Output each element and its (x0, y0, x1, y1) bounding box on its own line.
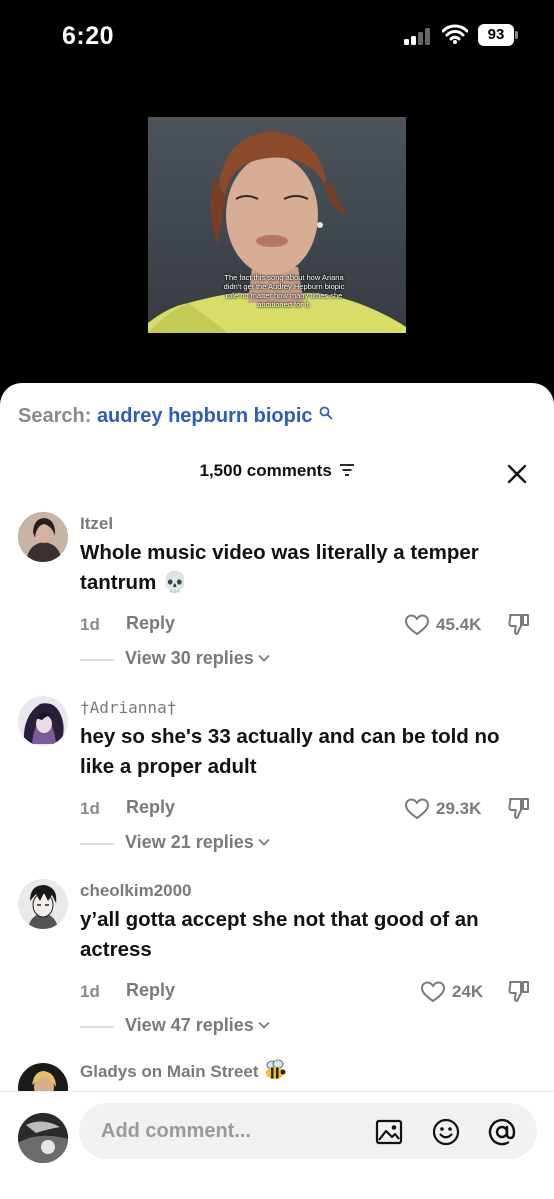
view-replies-label: View 30 replies (125, 648, 254, 668)
avatar[interactable] (18, 512, 68, 562)
comment-text: Whole music video was literally a temper… (80, 541, 479, 594)
comment-input-placeholder: Add comment... (101, 1120, 252, 1142)
comment-username[interactable]: cheolkim2000 (80, 881, 192, 901)
search-prefix: Search: (18, 405, 92, 427)
avatar-image (18, 879, 68, 929)
mention-icon[interactable] (487, 1117, 517, 1147)
signal-icon (404, 27, 434, 45)
like-button[interactable]: 29.3K (404, 796, 481, 822)
view-replies-label: View 21 replies (125, 832, 254, 852)
search-suggestion[interactable]: Search: audrey hepburn biopic (18, 405, 333, 428)
chevron-down-icon (258, 1021, 270, 1029)
video-caption: The fact this song about how Ariana didn… (223, 273, 345, 309)
reply-button[interactable]: Reply (126, 980, 175, 1001)
search-term-link[interactable]: audrey hepburn biopic (97, 405, 313, 427)
avatar-image (18, 1113, 68, 1163)
comment-input-bar: Add comment... (0, 1091, 554, 1199)
like-button[interactable]: 45.4K (404, 612, 481, 638)
battery-icon: 93 (478, 24, 514, 46)
avatar[interactable] (18, 1063, 68, 1091)
chevron-down-icon (258, 838, 270, 846)
image-icon[interactable] (374, 1117, 404, 1147)
comment-input[interactable]: Add comment... (79, 1103, 537, 1159)
avatar[interactable] (18, 696, 68, 746)
dislike-icon[interactable] (506, 611, 532, 637)
chevron-down-icon (258, 654, 270, 662)
comment-username-text: Gladys on Main Street (80, 1062, 259, 1081)
close-icon[interactable] (504, 461, 530, 487)
emoji-icon[interactable] (431, 1117, 461, 1147)
view-replies-button[interactable]: View 47 replies (125, 1015, 270, 1036)
heart-icon (405, 798, 429, 819)
wifi-icon (442, 24, 468, 44)
status-bar: 6:20 93 (0, 0, 554, 72)
comment-item: †Adrianna† hey so she's 33 actually and … (0, 696, 554, 876)
comment-count: 1,500 comments (199, 461, 332, 480)
sort-icon[interactable] (339, 463, 355, 477)
comment-username[interactable]: Itzel (80, 514, 113, 534)
thread-line (80, 1026, 114, 1028)
video-thumbnail[interactable]: The fact this song about how Ariana didn… (148, 117, 406, 333)
thread-line (80, 659, 114, 661)
comment-username[interactable]: †Adrianna† (80, 698, 176, 717)
like-button[interactable]: 24K (420, 979, 483, 1005)
view-replies-label: View 47 replies (125, 1015, 254, 1035)
comment-time: 1d (80, 982, 100, 1001)
comment-username[interactable]: Gladys on Main Street (80, 1059, 287, 1082)
dislike-icon[interactable] (506, 795, 532, 821)
comments-sheet: Search: audrey hepburn biopic 1,500 comm… (0, 383, 554, 1199)
view-replies-button[interactable]: View 21 replies (125, 832, 270, 853)
dislike-icon[interactable] (506, 978, 532, 1004)
avatar-image (18, 512, 68, 562)
avatar-image (18, 1063, 68, 1091)
like-count: 45.4K (436, 615, 482, 634)
reply-button[interactable]: Reply (126, 613, 175, 634)
like-count: 29.3K (436, 799, 482, 818)
avatar[interactable] (18, 879, 68, 929)
comments-header[interactable]: 1,500 comments (0, 461, 554, 481)
battery-nub (515, 31, 518, 39)
like-count: 24K (452, 982, 484, 1001)
comment-time: 1d (80, 615, 100, 634)
view-replies-button[interactable]: View 30 replies (125, 648, 270, 669)
my-avatar[interactable] (18, 1113, 68, 1163)
comment-text: hey so she's 33 actually and can be told… (80, 725, 500, 778)
bee-emoji (265, 1059, 286, 1079)
comment-item: cheolkim2000 y’all gotta accept she not … (0, 879, 554, 1059)
comment-item: Gladys on Main Street (0, 1059, 554, 1091)
reply-button[interactable]: Reply (126, 797, 175, 818)
comment-time: 1d (80, 799, 100, 818)
avatar-image (18, 696, 68, 746)
comment-text: y’all gotta accept she not that good of … (80, 908, 479, 961)
heart-icon (405, 614, 429, 635)
comment-item: Itzel Whole music video was literally a … (0, 512, 554, 692)
status-time: 6:20 (62, 22, 115, 50)
search-icon (319, 406, 333, 420)
thread-line (80, 843, 114, 845)
heart-icon (421, 981, 445, 1002)
